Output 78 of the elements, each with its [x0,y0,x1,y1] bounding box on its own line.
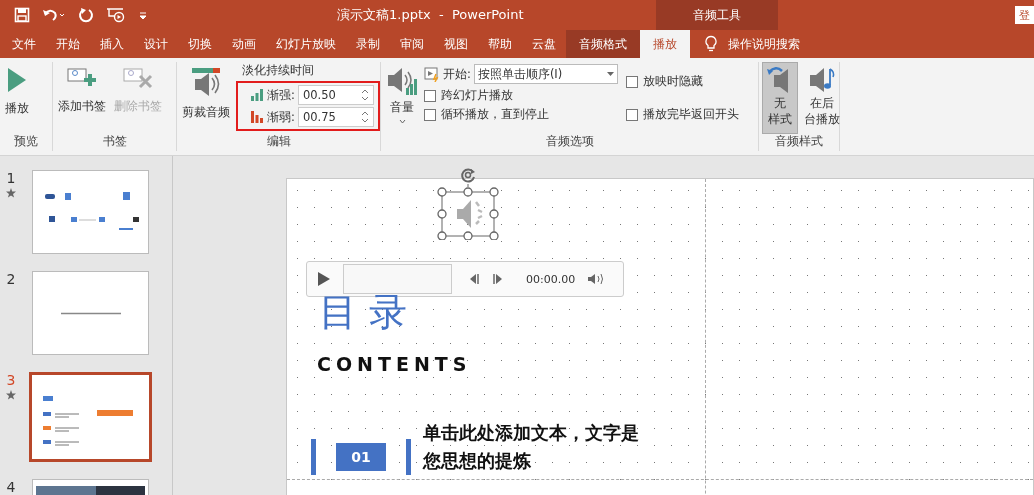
ribbon-tab[interactable]: 动画 [222,30,266,58]
volume-button[interactable]: 音量 [384,62,420,134]
option-checkbox[interactable]: 循环播放，直到停止 [424,107,618,122]
trim-audio-icon [189,66,223,98]
audio-style-button[interactable]: 无 样式 [762,62,798,134]
undo-icon[interactable] [42,7,66,23]
slide-title: 目 录 [319,290,408,334]
start-trigger-icon [424,66,440,82]
start-label: 开始: [443,66,471,82]
option-checkbox[interactable]: 放映时隐藏 [625,74,739,89]
fade-in-icon [250,89,264,101]
slide-subtitle: CONTENTS [317,353,472,375]
ribbon-tab[interactable]: 幻灯片放映 [266,30,346,58]
ribbon-tab[interactable]: 录制 [346,30,390,58]
play-icon[interactable] [317,271,331,287]
ribbon-tab[interactable]: 审阅 [390,30,434,58]
redo-icon[interactable] [78,7,94,23]
step-back-icon[interactable] [468,273,480,285]
fade-label: 渐弱: [267,109,295,125]
context-group-header: 音频工具 [656,0,778,30]
slide-number: 3 [6,372,16,388]
ribbon-tab[interactable]: 文件 [2,30,46,58]
play-icon [6,66,28,94]
speaker-music-icon [808,65,836,95]
group-label: 编辑 [265,134,292,150]
ribbon-tab[interactable]: 开始 [46,30,90,58]
bookmark-button[interactable]: 添加书签 [56,62,108,134]
fade-label: 渐强: [267,87,295,103]
fade-out-icon [250,111,264,123]
item-text: 单击此处添加文本，文字是您思想的提炼 [423,421,639,473]
group-label: 书签 [101,134,128,150]
presentation-icon[interactable] [106,7,126,23]
slide-thumbnail[interactable] [32,170,149,254]
slide-thumbnail[interactable] [32,271,149,355]
ribbon-tab[interactable]: 音频格式 [566,30,640,58]
option-checkbox[interactable]: 跨幻灯片播放 [424,88,618,103]
slide-thumbnail[interactable] [29,372,152,462]
window-title: 演示文稿1.pptx - PowerPoint [337,6,524,24]
fade-duration-label: 淡化持续时间 [242,63,315,78]
duration-spinner[interactable]: 00.75 [297,107,374,127]
audio-object[interactable] [437,166,499,240]
item-number: 01 [336,443,386,471]
start-dropdown[interactable]: 按照单击顺序(I) [473,64,618,84]
spinner-arrows-icon [360,88,369,102]
ribbon-tab[interactable]: 帮助 [478,30,522,58]
trim-audio-button[interactable]: 剪裁音频 [180,62,232,134]
ribbon-tab[interactable]: 切换 [178,30,222,58]
duration-spinner[interactable]: 00.50 [297,85,374,105]
group-label: 音频样式 [774,134,824,150]
spinner-arrows-icon [360,110,369,124]
dropdown-caret-icon [398,119,406,124]
progress-track[interactable] [343,264,452,294]
slide-number: 1 [6,170,16,186]
rotate-handle-icon[interactable] [459,166,477,184]
group-label: 音频选项 [544,134,595,150]
selected-speaker-drawing[interactable] [437,184,499,240]
save-icon[interactable] [14,7,30,23]
lightbulb-icon [704,35,718,53]
volume-icon[interactable] [587,273,606,285]
ribbon-tab[interactable]: 云盘 [522,30,566,58]
ribbon-tab[interactable]: 播放 [640,30,690,58]
sign-in-button[interactable]: 登 [1015,6,1034,24]
playback-time: 00:00.00 [526,272,576,286]
ribbon-tab[interactable]: 设计 [134,30,178,58]
group-label: 预览 [13,134,39,150]
play-button[interactable]: 播放 [3,62,31,134]
step-forward-icon[interactable] [492,273,504,285]
tell-me-search[interactable]: 操作说明搜索 [728,35,800,53]
volume-icon [386,66,418,96]
ribbon-tab[interactable]: 视图 [434,30,478,58]
dropdown-caret-icon [606,71,614,77]
option-checkbox[interactable]: 播放完毕返回开头 [625,107,739,122]
ribbon-tab[interactable]: 插入 [90,30,134,58]
customize-icon[interactable] [138,10,148,20]
slide-number: 4 [6,479,16,495]
audio-style-button[interactable]: 在后 台播放 [800,62,844,134]
slide-number: 2 [6,271,16,287]
line-slide-drawing [60,311,121,315]
